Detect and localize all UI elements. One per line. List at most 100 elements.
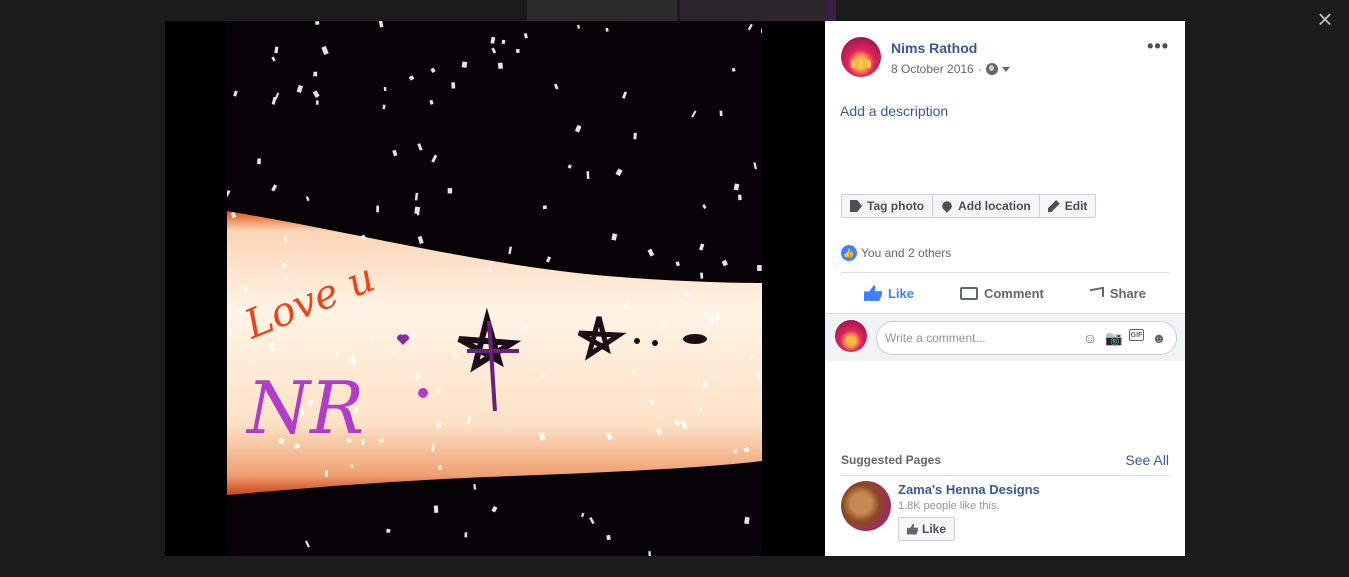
suggested-title: Suggested Pages [841,453,942,467]
flame-icon [867,60,871,68]
snow-speck [447,188,453,194]
snow-speck [586,171,590,180]
page-like-button[interactable]: Like [898,517,956,541]
snow-speck [633,132,637,140]
photo-initials-text: NR [245,366,364,450]
tag-icon [850,200,862,212]
photo-image: Love u NR [227,21,762,556]
page-likes-count: 1.8K people like this. [898,500,1000,512]
more-options-button[interactable]: ••• [1147,37,1169,55]
page-name[interactable]: Zama's Henna Designs [898,482,1040,497]
camera-icon[interactable]: 📷 [1105,329,1123,347]
snow-speck [705,325,708,329]
comment-button[interactable]: Comment [959,285,1044,301]
chevron-down-icon[interactable] [1001,66,1010,72]
suggested-pages: Suggested Pages See All Zama's Henna Des… [841,451,1169,543]
see-all-link[interactable]: See All [1125,452,1169,468]
share-arrow-icon [1089,286,1104,300]
suggested-header: Suggested Pages See All [841,451,1169,469]
comment-composer: ☺ 📷 GIF ☻ [825,313,1185,361]
thumbs-up-icon [863,285,882,301]
snow-speck [757,264,762,271]
suggested-page-item: Zama's Henna Designs 1.8K people like th… [841,481,1169,543]
comment-label: Comment [983,285,1044,301]
snow-speck [269,343,275,352]
snow-speck [282,263,287,267]
snow-speck [316,100,319,105]
snow-speck [379,439,384,443]
snow-speck [684,291,690,297]
photo-viewer: Love u NR Nims Rathod 8 October 2016 · •… [165,21,1185,556]
gif-icon[interactable]: GIF [1129,329,1144,341]
snow-speck [516,49,520,53]
tag-photo-button[interactable]: Tag photo [842,195,934,217]
add-description-link[interactable]: Add a description [840,103,948,119]
add-location-button[interactable]: Add location [933,195,1040,217]
share-button[interactable]: Share [1089,285,1146,301]
snow-speck [606,534,611,541]
snow-speck [431,444,435,452]
post-meta: 8 October 2016 · [891,62,1010,76]
share-label: Share [1109,285,1146,301]
photo-actions: Tag photo Add location Edit [841,194,1097,218]
like-reaction-icon: 👍 [841,245,857,261]
ufi-bar: Like Comment Share [841,273,1169,313]
snow-speck [542,205,547,210]
snow-speck [473,483,477,490]
photo-stage: Love u NR [165,21,825,556]
snow-speck [315,21,320,25]
like-button[interactable]: Like [863,285,914,301]
post-sidebar: Nims Rathod 8 October 2016 · ••• Add a d… [825,21,1185,556]
snow-speck [376,205,379,213]
snow-speck [257,158,261,165]
thumbs-up-icon [907,523,918,535]
snow-speck [703,380,707,388]
add-location-label: Add location [958,199,1031,213]
snow-speck [633,370,636,375]
flame-icon [851,60,855,68]
tag-photo-label: Tag photo [867,199,925,213]
meta-separator: · [977,62,982,76]
snow-speck [414,206,421,215]
snow-speck [350,356,356,365]
snow-speck [699,407,702,412]
reactions-summary[interactable]: 👍 You and 2 others [841,245,951,261]
snow-speck [438,464,442,470]
globe-icon[interactable] [985,63,998,75]
snow-speck [648,551,651,556]
snow-speck [451,82,456,89]
comment-box: ☺ 📷 GIF ☻ [876,321,1177,355]
post-header: Nims Rathod 8 October 2016 · ••• [841,37,1169,77]
snow-speck [461,61,468,68]
comment-input[interactable] [885,331,1081,345]
page-avatar[interactable] [841,481,891,531]
flame-icon [859,60,863,68]
close-icon[interactable]: × [1313,6,1337,32]
reactions-text: You and 2 others [861,246,952,260]
sticker-icon[interactable]: ☻ [1150,329,1168,347]
snow-speck [464,532,468,538]
author-name[interactable]: Nims Rathod [891,40,977,56]
snow-speck [383,86,387,91]
page-like-label: Like [922,522,947,536]
post-date[interactable]: 8 October 2016 [891,62,974,76]
snow-speck [313,71,318,77]
comment-bubble-icon [959,286,978,300]
snow-speck [386,528,391,533]
snow-speck [624,302,629,310]
photo[interactable]: Love u NR [227,21,762,556]
background-thumbnail [826,0,836,21]
snow-speck [719,110,723,117]
divider [841,475,1169,476]
like-label: Like [887,285,914,301]
background-thumbnail [527,0,677,21]
snow-speck [336,352,339,358]
commenter-avatar[interactable] [835,320,867,352]
snow-speck [738,194,742,201]
emoji-icon[interactable]: ☺ [1081,329,1099,347]
author-avatar[interactable] [841,37,881,77]
snow-speck [744,516,750,525]
snow-speck [501,39,506,45]
edit-button[interactable]: Edit [1040,195,1096,217]
snow-speck [410,331,415,339]
